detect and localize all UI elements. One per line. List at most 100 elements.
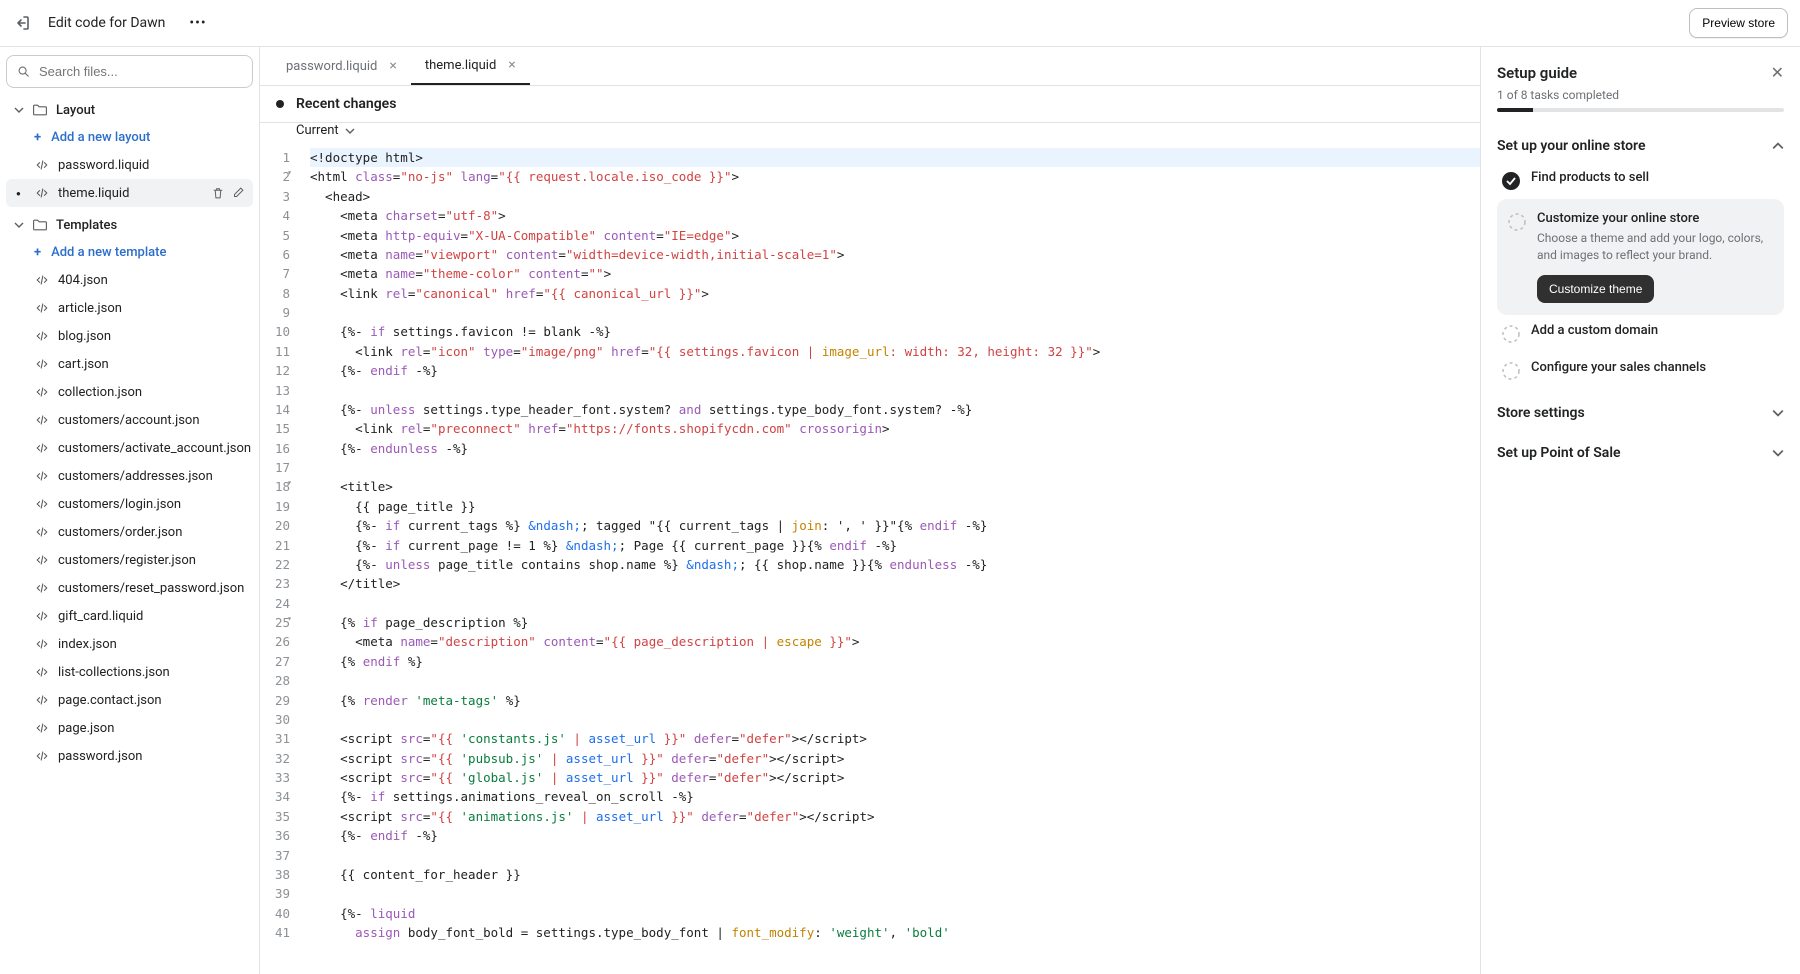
code-content[interactable]: <!doctype html><html class="no-js" lang=… bbox=[300, 148, 1480, 974]
file-item[interactable]: customers/reset_password.json bbox=[6, 574, 253, 602]
file-item[interactable]: customers/activate_account.json bbox=[6, 434, 253, 462]
recent-changes-title: Recent changes bbox=[296, 96, 396, 112]
file-item[interactable]: page.contact.json bbox=[6, 686, 253, 714]
file-item[interactable]: cart.json bbox=[6, 350, 253, 378]
editor-area: password.liquid× theme.liquid × Recent cha… bbox=[260, 47, 1480, 974]
add-layout-label: Add a new layout bbox=[51, 130, 150, 145]
file-item[interactable]: customers/login.json bbox=[6, 490, 253, 518]
task-title: Configure your sales channels bbox=[1531, 360, 1780, 375]
setup-task[interactable]: Add a custom domain bbox=[1497, 315, 1784, 352]
customize-theme-button[interactable]: Customize theme bbox=[1537, 275, 1654, 303]
close-icon[interactable]: ✕ bbox=[1771, 63, 1784, 82]
pencil-icon[interactable] bbox=[231, 186, 245, 200]
search-input-wrapper[interactable] bbox=[6, 55, 253, 88]
file-item[interactable]: page.json bbox=[6, 714, 253, 742]
code-file-icon bbox=[34, 692, 50, 708]
exit-icon[interactable] bbox=[12, 13, 32, 33]
file-item[interactable]: index.json bbox=[6, 630, 253, 658]
file-name: cart.json bbox=[58, 357, 109, 372]
code-file-icon bbox=[34, 384, 50, 400]
topbar-left: Edit code for Dawn ••• bbox=[12, 13, 215, 33]
file-item[interactable]: customers/account.json bbox=[6, 406, 253, 434]
plus-icon: + bbox=[34, 245, 41, 260]
code-file-icon bbox=[34, 580, 50, 596]
add-layout-button[interactable]: + Add a new layout bbox=[6, 124, 253, 151]
close-tab-icon[interactable]: × bbox=[508, 57, 515, 73]
code-file-icon bbox=[34, 440, 50, 456]
section-pos[interactable]: Set up Point of Sale bbox=[1497, 437, 1784, 469]
setup-task[interactable]: Customize your online store Choose a the… bbox=[1497, 199, 1784, 315]
code-file-icon bbox=[34, 748, 50, 764]
chevron-down-icon bbox=[14, 220, 24, 230]
code-file-icon bbox=[34, 636, 50, 652]
add-template-label: Add a new template bbox=[51, 245, 166, 260]
chevron-down-icon bbox=[1772, 407, 1784, 419]
setup-task[interactable]: Configure your sales channels bbox=[1497, 352, 1784, 389]
add-template-button[interactable]: + Add a new template bbox=[6, 239, 253, 266]
editor-tabs: password.liquid× theme.liquid × bbox=[260, 47, 1480, 86]
file-name: page.json bbox=[58, 721, 114, 736]
file-item[interactable]: article.json bbox=[6, 294, 253, 322]
setup-guide-panel: Setup guide ✕ 1 of 8 tasks completed Set… bbox=[1480, 47, 1800, 974]
page-title: Edit code for Dawn bbox=[48, 15, 165, 31]
line-gutter: 1234567891011121314151617181920212223242… bbox=[260, 148, 300, 974]
code-file-icon bbox=[34, 185, 50, 201]
file-name: password.liquid bbox=[58, 158, 149, 173]
plus-icon: + bbox=[34, 130, 41, 145]
file-item[interactable]: customers/addresses.json bbox=[6, 462, 253, 490]
check-circle-empty-icon bbox=[1501, 361, 1521, 381]
file-name: 404.json bbox=[58, 273, 108, 288]
check-circle-empty-icon bbox=[1507, 212, 1527, 232]
layout-folder-header[interactable]: Layout bbox=[6, 96, 253, 124]
chevron-down-icon bbox=[345, 126, 355, 136]
section-pos-label: Set up Point of Sale bbox=[1497, 445, 1621, 461]
code-file-icon bbox=[34, 300, 50, 316]
file-item[interactable]: password.json bbox=[6, 742, 253, 770]
section-store-settings[interactable]: Store settings bbox=[1497, 397, 1784, 429]
code-file-icon bbox=[34, 552, 50, 568]
task-description: Choose a theme and add your logo, colors… bbox=[1537, 230, 1774, 265]
file-name: index.json bbox=[58, 637, 117, 652]
code-file-icon bbox=[34, 356, 50, 372]
file-item[interactable]: list-collections.json bbox=[6, 658, 253, 686]
file-item[interactable]: customers/register.json bbox=[6, 546, 253, 574]
more-menu-icon[interactable]: ••• bbox=[181, 15, 214, 31]
code-file-icon bbox=[34, 496, 50, 512]
templates-folder-header[interactable]: Templates bbox=[6, 211, 253, 239]
file-name: list-collections.json bbox=[58, 665, 170, 680]
file-name: customers/order.json bbox=[58, 525, 182, 540]
file-item[interactable]: blog.json bbox=[6, 322, 253, 350]
section-online-store-label: Set up your online store bbox=[1497, 138, 1645, 154]
file-item[interactable]: theme.liquid bbox=[6, 179, 253, 207]
chevron-up-icon bbox=[1772, 140, 1784, 152]
file-item[interactable]: gift_card.liquid bbox=[6, 602, 253, 630]
trash-icon[interactable] bbox=[211, 186, 225, 200]
file-item[interactable]: password.liquid bbox=[6, 151, 253, 179]
code-file-icon bbox=[34, 157, 50, 173]
file-item[interactable]: 404.json bbox=[6, 266, 253, 294]
code-file-icon bbox=[34, 524, 50, 540]
file-name: customers/addresses.json bbox=[58, 469, 213, 484]
task-title: Add a custom domain bbox=[1531, 323, 1780, 338]
file-item[interactable]: collection.json bbox=[6, 378, 253, 406]
search-input[interactable] bbox=[39, 64, 242, 79]
code-editor[interactable]: 1234567891011121314151617181920212223242… bbox=[260, 148, 1480, 974]
templates-folder-label: Templates bbox=[56, 218, 117, 233]
check-circle-done-icon bbox=[1501, 171, 1521, 191]
setup-task[interactable]: Find products to sell bbox=[1497, 162, 1784, 199]
preview-store-button[interactable]: Preview store bbox=[1689, 8, 1788, 38]
file-name: article.json bbox=[58, 301, 122, 316]
section-online-store[interactable]: Set up your online store bbox=[1497, 130, 1784, 162]
file-name: customers/account.json bbox=[58, 413, 200, 428]
tab-label: theme.liquid bbox=[425, 58, 496, 73]
close-tab-icon[interactable]: × bbox=[389, 58, 396, 74]
unsaved-dot-icon bbox=[276, 100, 284, 108]
version-label: Current bbox=[296, 123, 339, 138]
file-name: theme.liquid bbox=[58, 186, 129, 201]
editor-tab[interactable]: password.liquid× bbox=[272, 47, 411, 85]
file-item[interactable]: customers/order.json bbox=[6, 518, 253, 546]
recent-changes-bar: Recent changes bbox=[260, 86, 1480, 123]
version-selector[interactable]: Current bbox=[260, 123, 1480, 148]
layout-folder-label: Layout bbox=[56, 103, 95, 118]
editor-tab[interactable]: theme.liquid × bbox=[411, 47, 530, 85]
